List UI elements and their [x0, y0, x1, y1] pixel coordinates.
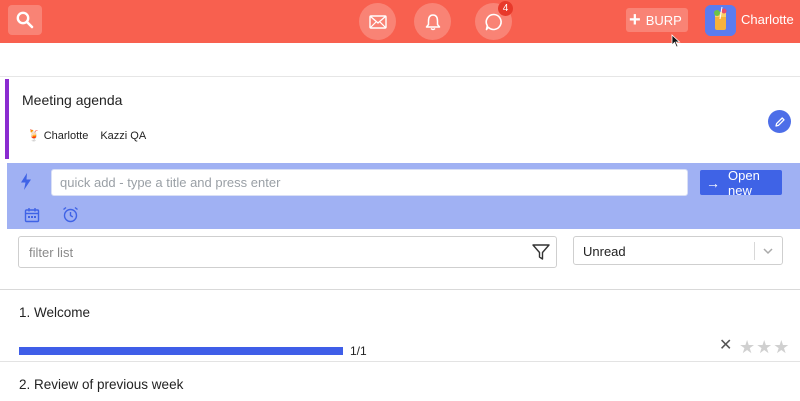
funnel-icon[interactable]: [531, 242, 551, 262]
participant-name: Charlotte: [43, 129, 89, 142]
filter-box: [18, 236, 557, 268]
star-icon[interactable]: ★: [756, 338, 772, 356]
search-button[interactable]: [8, 5, 42, 35]
participant-name: Kazzi QA: [100, 129, 147, 142]
top-bar: 4 + BURP Charlotte: [0, 0, 800, 48]
bell-icon: [425, 13, 440, 30]
burp-label: BURP: [645, 12, 682, 28]
filter-input[interactable]: [19, 237, 519, 267]
participant[interactable]: Kazzi QA: [100, 130, 146, 142]
participants-list: 🍹 Charlotte Kazzi QA: [27, 129, 158, 143]
agenda-item-title[interactable]: 1. Welcome: [19, 305, 90, 320]
arrow-right-icon: →: [706, 174, 720, 191]
star-icon[interactable]: ★: [773, 338, 789, 356]
quick-add-panel: → Open new: [7, 163, 800, 229]
edit-meeting-button[interactable]: [768, 110, 791, 133]
divider: [0, 289, 800, 290]
chat-badge: 4: [498, 1, 513, 16]
user-name[interactable]: Charlotte: [741, 12, 794, 27]
participant[interactable]: 🍹 Charlotte: [27, 129, 89, 143]
rating-stars[interactable]: ★ ★ ★: [739, 338, 790, 356]
burp-button[interactable]: + BURP: [626, 8, 688, 32]
meeting-title: Meeting agenda: [22, 92, 123, 108]
alarm-clock-icon[interactable]: [62, 206, 79, 223]
select-value: Unread: [583, 244, 626, 259]
mouse-cursor-icon: [671, 34, 681, 48]
select-divider: [754, 242, 755, 260]
bolt-icon: [21, 173, 31, 190]
avatar[interactable]: [705, 5, 736, 36]
progress-label: 1/1: [350, 344, 367, 358]
progress-bar-fill: [19, 347, 343, 355]
plus-icon: +: [629, 9, 641, 31]
calendar-icon[interactable]: [24, 207, 40, 223]
divider: [0, 76, 800, 77]
quick-add-input[interactable]: [51, 169, 688, 196]
close-icon[interactable]: ✕: [719, 338, 732, 354]
notifications-button[interactable]: [414, 3, 451, 40]
agenda-item-title[interactable]: 2. Review of previous week: [19, 377, 183, 392]
chevron-down-icon: [763, 248, 773, 255]
cocktail-icon: 🍹: [27, 130, 41, 142]
pencil-icon: [774, 116, 785, 127]
mail-button[interactable]: [359, 3, 396, 40]
cocktail-avatar-icon: [705, 5, 736, 36]
progress-bar: [19, 347, 343, 355]
chat-button[interactable]: 4: [475, 1, 513, 40]
open-new-button[interactable]: → Open new: [700, 167, 782, 198]
star-icon[interactable]: ★: [739, 338, 755, 356]
meeting-header: Meeting agenda 🍹 Charlotte Kazzi QA: [5, 79, 800, 159]
mail-icon: [368, 14, 387, 29]
divider: [0, 361, 800, 362]
open-new-label: Open new: [728, 167, 760, 198]
status-select[interactable]: Unread: [573, 236, 783, 265]
search-icon: [16, 11, 34, 29]
